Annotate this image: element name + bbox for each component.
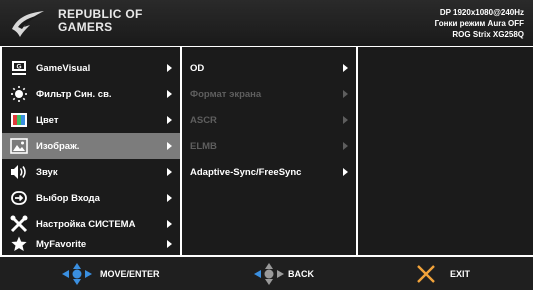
joystick-all-directions-icon — [62, 262, 92, 285]
chevron-right-icon — [167, 240, 172, 248]
color-icon — [10, 111, 28, 129]
chevron-right-icon — [343, 116, 348, 124]
menu-item-color[interactable]: Цвет — [2, 107, 180, 133]
chevron-right-icon — [343, 90, 348, 98]
submenu-item-ascr: ASCR — [182, 107, 356, 133]
status-model: ROG Strix XG258Q — [452, 30, 524, 39]
speaker-icon — [10, 163, 28, 181]
value-panel — [358, 47, 533, 255]
svg-text:G: G — [16, 64, 21, 71]
status-info: DP 1920x1080@240Hz Гонки режим Aura OFF … — [435, 7, 524, 40]
submenu-item-label: ELMB — [190, 140, 217, 152]
chevron-right-icon — [167, 64, 172, 72]
menu-item-blue-light-filter[interactable]: Фильтр Син. св. — [2, 81, 180, 107]
back-label: BACK — [288, 268, 314, 279]
joystick-left-icon — [254, 262, 284, 285]
menu-item-label: Настройка СИСТЕМА — [36, 218, 136, 230]
chevron-right-icon — [167, 194, 172, 202]
menu-item-image[interactable]: Изображ. — [2, 133, 180, 159]
menu-item-sound[interactable]: Звук — [2, 159, 180, 185]
menu-item-label: Выбор Входа — [36, 192, 100, 204]
submenu-item-od[interactable]: OD — [182, 55, 356, 81]
brand-line-2: GAMERS — [58, 20, 113, 34]
menu-item-label: Цвет — [36, 114, 59, 126]
image-icon — [10, 137, 28, 155]
submenu-item-label: Adaptive-Sync/FreeSync — [190, 166, 302, 178]
status-mode: Гонки режим Aura OFF — [434, 19, 524, 28]
menu-item-label: GameVisual — [36, 62, 91, 74]
header-bar: REPUBLIC OF GAMERS DP 1920x1080@240Hz Го… — [0, 0, 533, 46]
chevron-right-icon — [167, 90, 172, 98]
menu-item-gamevisual[interactable]: G GameVisual — [2, 55, 180, 81]
osd-menu: REPUBLIC OF GAMERS DP 1920x1080@240Hz Го… — [0, 0, 533, 290]
menu-item-label: Изображ. — [36, 140, 80, 152]
menu-item-label: Фильтр Син. св. — [36, 88, 112, 100]
chevron-right-icon — [343, 64, 348, 72]
submenu-item-aspect-ratio: Формат экрана — [182, 81, 356, 107]
input-select-icon — [10, 189, 28, 207]
menu-item-myfavorite[interactable]: MyFavorite — [2, 231, 180, 257]
move-enter-hint[interactable]: MOVE/ENTER — [62, 257, 160, 290]
menu-body: G GameVisual Фильтр Син. св. Цвет Изобра… — [0, 47, 533, 255]
main-menu-panel: G GameVisual Фильтр Син. св. Цвет Изобра… — [2, 47, 180, 255]
submenu-item-label: Формат экрана — [190, 88, 262, 100]
submenu-item-adaptive-sync[interactable]: Adaptive-Sync/FreeSync — [182, 159, 356, 185]
menu-item-input-select[interactable]: Выбор Входа — [2, 185, 180, 211]
status-signal: DP 1920x1080@240Hz — [439, 8, 524, 17]
submenu-item-elmb: ELMB — [182, 133, 356, 159]
menu-item-label: Звук — [36, 166, 58, 178]
star-icon — [10, 235, 28, 253]
sub-menu-panel: OD Формат экрана ASCR ELMB Adaptive-Sync… — [182, 47, 356, 255]
brand-name: REPUBLIC OF GAMERS — [58, 8, 143, 34]
move-enter-label: MOVE/ENTER — [100, 268, 160, 279]
chevron-right-icon — [167, 168, 172, 176]
chevron-right-icon — [343, 168, 348, 176]
close-icon — [417, 264, 435, 283]
menu-item-label: MyFavorite — [36, 238, 87, 250]
chevron-right-icon — [167, 220, 172, 228]
rog-logo-icon — [12, 11, 44, 37]
exit-hint[interactable]: EXIT — [416, 257, 470, 290]
blue-light-filter-icon — [10, 85, 28, 103]
footer-bar: MOVE/ENTER BACK EXIT — [0, 257, 533, 290]
chevron-right-icon — [167, 142, 172, 150]
exit-label: EXIT — [450, 268, 471, 279]
chevron-right-icon — [343, 142, 348, 150]
submenu-item-label: ASCR — [190, 114, 217, 126]
submenu-item-label: OD — [190, 62, 205, 74]
chevron-right-icon — [167, 116, 172, 124]
gamevisual-icon: G — [10, 59, 28, 77]
back-hint[interactable]: BACK — [254, 257, 314, 290]
